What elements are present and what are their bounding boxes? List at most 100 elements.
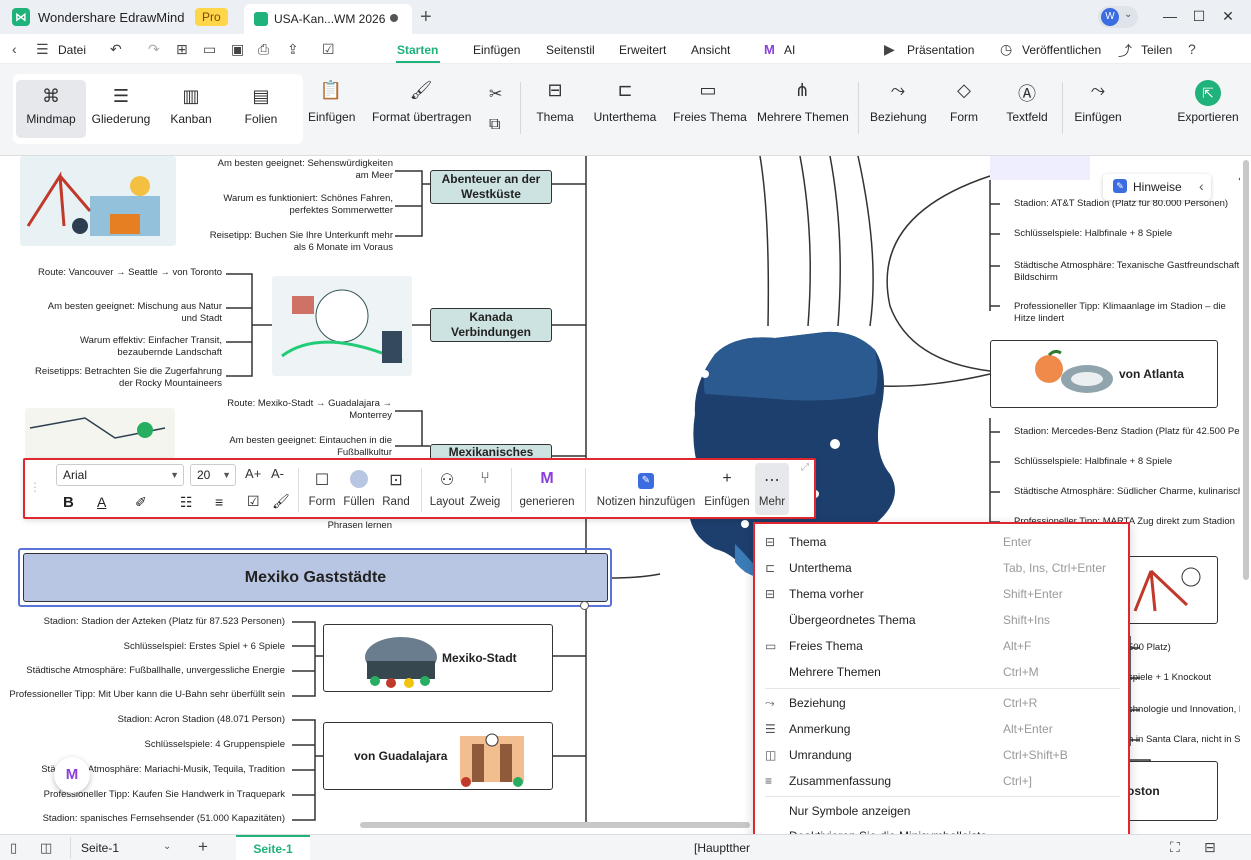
menu-item-relation[interactable]: ⤳ Beziehung Ctrl+R — [755, 690, 1128, 716]
menu-item-parent-theme[interactable]: Übergeordnetes Thema Shift+Ins — [755, 607, 1128, 633]
tab-ansicht[interactable]: Ansicht — [691, 43, 730, 57]
detail-text[interactable]: Schlüsselspiele: Halbfinale + 8 Spiele — [1014, 456, 1240, 468]
detail-text[interactable]: Stadion: Stadion der Azteken (Platz für … — [0, 616, 285, 628]
detail-text[interactable]: Route: Vancouver → Seattle → von Toronto — [30, 267, 222, 279]
detail-text[interactable]: 500 Platz) — [1128, 642, 1240, 654]
open-folder-icon[interactable]: ▭ — [203, 41, 216, 58]
relation-button[interactable]: ⤳ Beziehung — [870, 80, 927, 124]
topic-atlanta[interactable]: von Atlanta — [990, 340, 1218, 408]
main-topic[interactable]: Mexiko Gaststädte — [23, 553, 608, 602]
collapse-handle-icon[interactable] — [580, 601, 589, 610]
view-mindmap-button[interactable]: ⌘ Mindmap — [16, 80, 86, 138]
undo-icon[interactable]: ↶ — [110, 41, 122, 58]
side-panel-toggle-icon[interactable]: ‹ — [1238, 170, 1240, 188]
dallas-topic-partial[interactable] — [990, 156, 1090, 180]
textfield-button[interactable]: Ⓐ Textfeld — [1004, 80, 1050, 124]
pro-badge[interactable]: Pro — [195, 8, 228, 26]
detail-text[interactable]: Städtische Atmosphäre: Südlicher Charme,… — [1014, 486, 1240, 498]
menu-item-theme-before[interactable]: ⊟ Thema vorher Shift+Enter — [755, 581, 1128, 607]
document-tab[interactable]: USA-Kan...WM 2026 — [244, 4, 412, 34]
detail-text[interactable]: Am besten geeignet: Eintauchen in die Fu… — [210, 435, 392, 459]
detail-text[interactable]: spiele + 1 Knockout — [1128, 672, 1240, 684]
tab-einfuegen[interactable]: Einfügen — [473, 43, 520, 57]
share-button[interactable]: Teilen — [1141, 43, 1172, 57]
view-kanban-button[interactable]: ▥ Kanban — [156, 80, 226, 138]
cut-icon[interactable]: ✂ — [489, 84, 502, 104]
insert-more-button[interactable]: ⤳ Einfügen — [1072, 80, 1124, 124]
menu-item-comment[interactable]: ☰ Anmerkung Alt+Enter — [755, 716, 1128, 742]
topic-canada[interactable]: Kanada Verbindungen — [430, 308, 552, 342]
menu-item-boundary[interactable]: ◫ Umrandung Ctrl+Shift+B — [755, 742, 1128, 768]
detail-text[interactable]: Reisetipps: Betrachten Sie die Zugerfahr… — [30, 366, 222, 390]
detail-text[interactable]: Städtische Atmosphäre: Texanische Gastfr… — [1014, 260, 1240, 284]
publish-button[interactable]: Veröffentlichen — [1022, 43, 1101, 57]
font-family-select[interactable]: Arial ▼ — [56, 464, 184, 486]
branch-button[interactable]: ⑂ Zweig — [469, 470, 501, 508]
detail-text[interactable]: Stadion: spanisches Fernsehsender (51.00… — [0, 813, 285, 825]
form-button[interactable]: ☐ Form — [307, 470, 337, 508]
subtheme-button[interactable]: ⊏ Unterthema — [593, 80, 657, 124]
redo-icon[interactable]: ↷ — [148, 41, 160, 58]
detail-text[interactable]: Schlüsselspiele: 4 Gruppenspiele — [0, 739, 285, 751]
format-painter-button[interactable]: 🖌 Format übertragen — [372, 80, 471, 124]
horizontal-scrollbar[interactable] — [360, 822, 750, 828]
minimize-icon[interactable]: — — [1160, 8, 1180, 24]
topic-boston[interactable]: oston — [1120, 761, 1218, 821]
topic-mexico-city[interactable]: Mexiko-Stadt — [323, 624, 553, 692]
unsaved-dot-icon[interactable] — [390, 14, 398, 22]
view-outline-button[interactable]: ☰ Gliederung — [86, 80, 156, 138]
bold-icon[interactable]: B — [63, 494, 74, 511]
export-small-icon[interactable]: ⇪ — [287, 41, 299, 58]
help-icon[interactable]: ? — [1188, 41, 1196, 57]
border-button[interactable]: ⊡ Rand — [381, 470, 411, 508]
detail-text[interactable]: Professioneller Tipp: Mit Uber kann die … — [0, 689, 285, 701]
ai-assistant-icon[interactable]: M — [54, 757, 90, 793]
detail-text[interactable]: Städtische Atmosphäre: Mariachi-Musik, T… — [0, 764, 285, 776]
expand-corner-icon[interactable]: ⤢ — [801, 462, 809, 473]
file-menu[interactable]: Datei — [58, 43, 86, 57]
view-slides-button[interactable]: ▤ Folien — [226, 80, 296, 138]
chevron-left-icon[interactable]: ‹ — [1199, 178, 1204, 194]
topic-westcoast[interactable]: Abenteuer an der Westküste — [430, 170, 552, 204]
detail-text[interactable]: Am besten geeignet: Sehenswürdigkeiten a… — [205, 158, 393, 182]
new-file-icon[interactable]: ⊞ — [176, 41, 188, 58]
back-icon[interactable]: ‹ — [12, 41, 17, 57]
fullscreen-icon[interactable]: ⊟ — [1204, 839, 1216, 856]
hints-panel[interactable]: ✎ Hinweise ‹ — [1103, 174, 1211, 200]
detail-text[interactable]: Stadion: Mercedes-Benz Stadion (Platz fü… — [1014, 426, 1240, 438]
drag-handle-icon[interactable]: ⋮ — [29, 480, 41, 494]
font-grow-icon[interactable]: A+ — [245, 466, 261, 481]
tab-ai[interactable]: AI — [784, 43, 795, 57]
canada-illustration[interactable] — [272, 276, 412, 376]
fit-screen-icon[interactable]: ⛶ — [1170, 839, 1180, 856]
layout-button[interactable]: ⚇ Layout — [429, 470, 465, 508]
save-icon[interactable]: ▣ — [231, 41, 244, 58]
detail-text[interactable]: Reisetipp: Buchen Sie Ihre Unterkunft me… — [205, 230, 393, 254]
insert-button[interactable]: 📋 Einfügen — [308, 80, 355, 124]
free-theme-button[interactable]: ▭ Freies Thema — [673, 80, 747, 124]
maximize-icon[interactable]: ☐ — [1189, 8, 1209, 25]
detail-text[interactable]: Am besten geeignet: Mischung aus Natur u… — [30, 301, 222, 325]
tab-seitenstil[interactable]: Seitenstil — [546, 43, 595, 57]
presentation-button[interactable]: Präsentation — [907, 43, 974, 57]
menu-item-subtheme[interactable]: ⊏ Unterthema Tab, Ins, Ctrl+Enter — [755, 555, 1128, 581]
detail-text[interactable]: Phrasen lernen — [210, 520, 392, 532]
font-size-select[interactable]: 20 ▼ — [190, 464, 236, 486]
detail-text[interactable]: Professioneller Tipp: Kaufen Sie Handwer… — [0, 789, 285, 801]
ai-generate-button[interactable]: M generieren — [519, 470, 575, 508]
multiple-themes-button[interactable]: ⋔ Mehrere Themen — [757, 80, 849, 124]
detail-text[interactable]: Schlüsselspiele: Halbfinale + 8 Spiele — [1014, 228, 1240, 240]
topic-guadalajara[interactable]: von Guadalajara — [323, 722, 553, 790]
export-button[interactable]: ⇱ Exportieren — [1176, 80, 1240, 124]
hamburger-menu-icon[interactable]: ☰ — [36, 41, 49, 58]
copy-icon[interactable]: ⧉ — [489, 116, 500, 134]
print-icon[interactable]: ⎙ — [258, 41, 269, 58]
detail-text[interactable]: Schlüsselspiel: Erstes Spiel + 6 Spiele — [0, 641, 285, 653]
page-tab-active[interactable]: Seite-1 — [236, 835, 310, 860]
new-tab-button[interactable]: + — [420, 6, 432, 29]
menu-item-summary[interactable]: ≡ Zusammenfassung Ctrl+] — [755, 768, 1128, 794]
detail-text[interactable]: chnologie und Innovation, M — [1128, 704, 1240, 716]
insert-button-mini[interactable]: + Einfügen — [703, 470, 751, 508]
font-color-icon[interactable]: A — [97, 494, 106, 510]
close-icon[interactable]: ✕ — [1218, 8, 1238, 25]
